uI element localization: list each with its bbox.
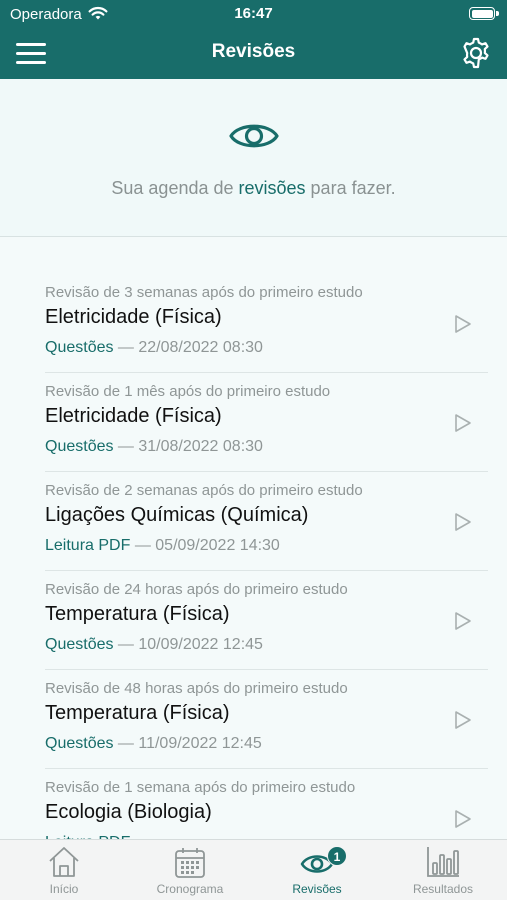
- review-subtitle: Revisão de 3 semanas após do primeiro es…: [45, 284, 363, 301]
- review-item[interactable]: Revisão de 1 semana após do primeiro est…: [45, 769, 488, 839]
- calendar-icon: [127, 845, 253, 879]
- review-title: Temperatura (Física): [45, 603, 230, 625]
- tab-label: Início: [49, 882, 79, 896]
- play-icon[interactable]: [454, 710, 472, 735]
- review-title: Ligações Químicas (Química): [45, 504, 309, 526]
- tab-cronograma[interactable]: Cronograma: [127, 840, 253, 900]
- review-item[interactable]: Revisão de 1 mês após do primeiro estudo…: [45, 373, 488, 472]
- review-datetime: 10/09/2022 12:45: [138, 636, 263, 653]
- review-meta: Leitura PDF — 05/09/2022 14:30: [45, 537, 280, 554]
- tab-revisoes[interactable]: 1 Revisões: [254, 840, 380, 900]
- review-meta: Questões — 31/08/2022 08:30: [45, 438, 263, 455]
- play-icon[interactable]: [454, 413, 472, 438]
- eye-icon: [229, 119, 279, 158]
- review-title: Eletricidade (Física): [45, 405, 222, 427]
- notification-badge: 1: [327, 846, 347, 866]
- review-type: Questões: [45, 438, 114, 455]
- eye-icon: [254, 845, 380, 879]
- review-item[interactable]: Revisão de 2 semanas após do primeiro es…: [45, 472, 488, 571]
- review-datetime: 05/09/2022 14:30: [155, 537, 280, 554]
- battery-tip: [496, 11, 499, 16]
- home-icon: [1, 845, 127, 879]
- tab-label: Cronograma: [156, 882, 224, 896]
- review-meta: Questões — 22/08/2022 08:30: [45, 339, 263, 356]
- tab-label: Resultados: [412, 882, 474, 896]
- navigation-bar: Revisões: [0, 28, 507, 79]
- review-title: Ecologia (Biologia): [45, 801, 212, 823]
- tab-resultados[interactable]: Resultados: [380, 840, 506, 900]
- review-subtitle: Revisão de 1 semana após do primeiro est…: [45, 779, 356, 796]
- tab-label: Revisões: [292, 882, 342, 896]
- review-type: Questões: [45, 735, 114, 752]
- status-bar: Operadora 16:47: [0, 0, 507, 28]
- review-item[interactable]: Revisão de 3 semanas após do primeiro es…: [45, 274, 488, 373]
- review-item[interactable]: Revisão de 24 horas após do primeiro est…: [45, 571, 488, 670]
- review-subtitle: Revisão de 1 mês após do primeiro estudo: [45, 383, 331, 400]
- review-type: Questões: [45, 636, 114, 653]
- review-meta: Questões — 10/09/2022 12:45: [45, 636, 263, 653]
- play-icon[interactable]: [454, 314, 472, 339]
- battery-icon: [469, 7, 495, 20]
- gear-icon[interactable]: [459, 36, 493, 70]
- review-meta: Questões — 11/09/2022 12:45: [45, 735, 262, 752]
- review-type: Questões: [45, 339, 114, 356]
- review-datetime: 11/09/2022 12:45: [138, 735, 262, 752]
- page-title: Revisões: [211, 41, 296, 62]
- play-icon[interactable]: [454, 611, 472, 636]
- review-datetime: 22/08/2022 08:30: [138, 339, 263, 356]
- review-subtitle: Revisão de 24 horas após do primeiro est…: [45, 581, 348, 598]
- play-icon[interactable]: [454, 809, 472, 834]
- tab-inicio[interactable]: Início: [1, 840, 127, 900]
- hero-text-before: Sua agenda de: [111, 178, 239, 198]
- review-datetime: 31/08/2022 08:30: [138, 438, 263, 455]
- review-list[interactable]: Revisão de 3 semanas após do primeiro es…: [0, 237, 507, 839]
- review-item[interactable]: Revisão de 48 horas após do primeiro est…: [45, 670, 488, 769]
- review-title: Temperatura (Física): [45, 702, 230, 724]
- hero-text-after: para fazer.: [305, 178, 396, 198]
- play-icon[interactable]: [454, 512, 472, 537]
- hero-text-accent: revisões: [238, 178, 306, 198]
- hero-section: Sua agenda de revisões para fazer.: [0, 79, 507, 237]
- review-subtitle: Revisão de 2 semanas após do primeiro es…: [45, 482, 363, 499]
- review-subtitle: Revisão de 48 horas após do primeiro est…: [45, 680, 348, 697]
- review-type: Leitura PDF: [45, 537, 131, 554]
- clock: 16:47: [234, 5, 273, 22]
- review-title: Eletricidade (Física): [45, 306, 222, 328]
- bar-chart-icon: [380, 845, 506, 879]
- tab-bar: Início Cronograma 1 Revisões Resultados: [0, 839, 507, 900]
- hero-text: Sua agenda de revisões para fazer.: [0, 178, 507, 199]
